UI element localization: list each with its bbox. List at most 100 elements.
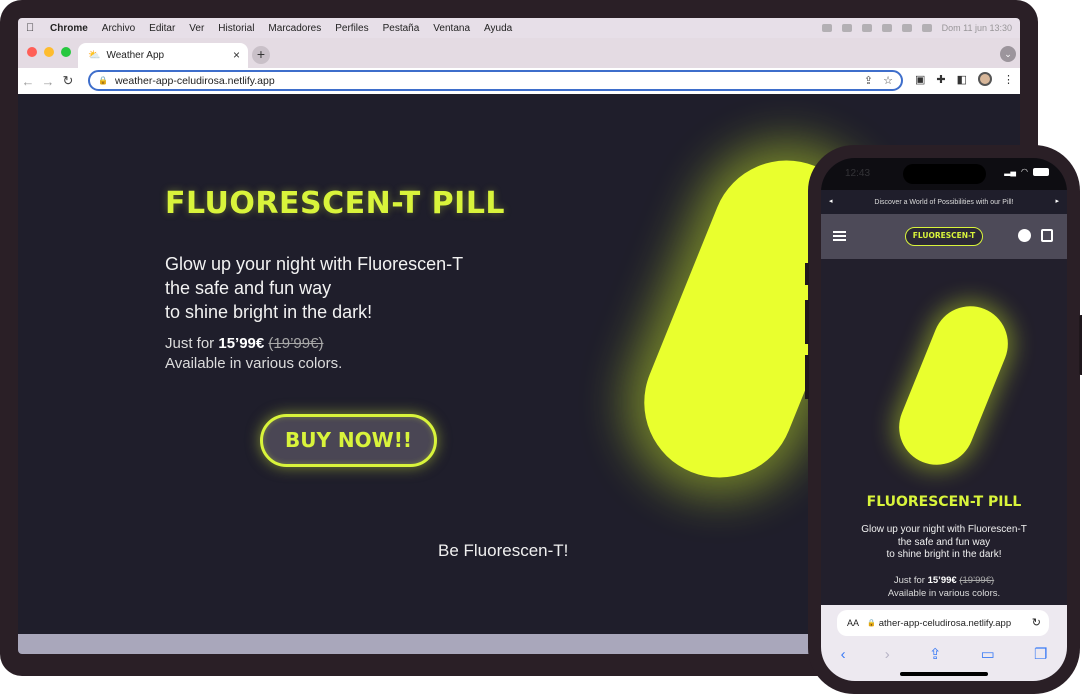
forward-icon[interactable]: ›	[885, 646, 890, 663]
price-prefix: Just for	[165, 335, 219, 352]
phone-side-button	[805, 300, 809, 344]
lock-icon: 🔒	[867, 620, 876, 627]
text-size-button[interactable]: AA	[847, 618, 859, 628]
maximize-window-button[interactable]	[61, 47, 71, 57]
hero-line: the safe and fun way	[165, 278, 332, 298]
extension-icon[interactable]: ▣	[915, 73, 925, 86]
reload-icon[interactable]: ↻	[1032, 616, 1041, 629]
price-current: 15’99€	[218, 335, 265, 352]
announcement-text: Discover a World of Possibilities with o…	[874, 198, 1014, 206]
hero-line: Glow up your night with Fluorescen-T	[165, 254, 464, 274]
browser-tab-bar: ⛅ Weather App × + ⌄	[18, 38, 1020, 68]
hero-line: Glow up your night with Fluorescen-T	[861, 524, 1027, 535]
profile-avatar[interactable]	[978, 72, 992, 86]
status-icon[interactable]	[821, 24, 832, 32]
price-line: Just for 15’99€ (19’99€)	[165, 334, 342, 354]
bookmarks-icon[interactable]: ▭	[981, 645, 995, 663]
weather-favicon-icon: ⛅	[88, 50, 101, 61]
battery-icon	[1033, 167, 1049, 176]
glowing-pill-image	[887, 294, 1020, 477]
share-icon[interactable]: ⇪	[929, 645, 942, 663]
minimize-window-button[interactable]	[44, 47, 54, 57]
tab-title: Weather App	[106, 50, 165, 61]
status-icon[interactable]	[841, 24, 852, 32]
phone-status-bar: 12:43 ▂▄ ◠	[821, 158, 1067, 190]
announcement-prev-icon[interactable]: ◂	[829, 197, 833, 205]
dynamic-island	[903, 164, 986, 184]
menubar-clock[interactable]: Dom 11 jun 13:30	[942, 23, 1012, 33]
apple-icon[interactable]: 	[26, 22, 38, 34]
menu-archivo[interactable]: Archivo	[102, 23, 135, 34]
control-center-icon[interactable]	[921, 24, 932, 32]
menu-editar[interactable]: Editar	[149, 23, 175, 34]
phone-frame: 12:43 ▂▄ ◠ ◂ Discover a World of Possibi…	[805, 145, 1082, 694]
menu-ayuda[interactable]: Ayuda	[484, 23, 512, 34]
status-icon[interactable]	[881, 24, 892, 32]
toolbar-actions: ▣ ✚ ◧ ⋮	[915, 72, 1014, 86]
site-logo[interactable]: FLUORESCEN-T	[905, 227, 983, 246]
more-menu-icon[interactable]: ⋮	[1003, 73, 1014, 86]
new-tab-button[interactable]: +	[252, 46, 270, 64]
price-current: 15’99€	[927, 575, 957, 586]
menu-marcadores[interactable]: Marcadores	[268, 23, 321, 34]
forward-icon[interactable]: →	[38, 74, 58, 89]
hero-description: Glow up your night with Fluorescen-T the…	[165, 252, 463, 324]
mac-menu-bar:  Chrome Archivo Editar Ver Historial Ma…	[18, 18, 1020, 38]
tabs-icon[interactable]: ❐	[1034, 645, 1047, 663]
announcement-bar: ◂ Discover a World of Possibilities with…	[821, 190, 1067, 214]
menu-pestana[interactable]: Pestaña	[383, 23, 420, 34]
price-prefix: Just for	[893, 575, 928, 586]
side-panel-icon[interactable]: ◧	[957, 73, 967, 86]
availability-text: Available in various colors.	[165, 355, 343, 372]
hero-description: Glow up your night with Fluorescen-T the…	[821, 524, 1067, 562]
tab-close-icon[interactable]: ×	[233, 48, 240, 62]
menu-historial[interactable]: Historial	[218, 23, 254, 34]
puzzle-extensions-icon[interactable]: ✚	[936, 73, 945, 86]
safari-toolbar: ‹ › ⇪ ▭ ❐	[821, 643, 1067, 665]
back-icon[interactable]: ‹	[841, 646, 846, 663]
hero-title: FLUORESCEN-T PILL	[165, 186, 506, 221]
share-icon[interactable]: ⇪	[864, 74, 873, 87]
safari-bottom-bar: AA 🔒 ather-app-celudirosa.netlify.app ↻ …	[821, 605, 1067, 681]
hero-line: the safe and fun way	[897, 536, 991, 548]
lock-icon[interactable]: 🔒	[98, 76, 108, 85]
menu-ver[interactable]: Ver	[189, 23, 204, 34]
shopping-bag-icon[interactable]	[1041, 229, 1053, 242]
status-icon[interactable]	[861, 24, 872, 32]
slogan: Be Fluorescen-T!	[438, 541, 569, 560]
phone-screen: 12:43 ▂▄ ◠ ◂ Discover a World of Possibi…	[821, 158, 1067, 681]
bookmark-star-icon[interactable]: ☆	[883, 74, 893, 87]
browser-tab[interactable]: ⛅ Weather App ×	[78, 43, 248, 68]
phone-navbar: FLUORESCEN-T	[821, 214, 1067, 259]
price-block: Just for 15’99€ (19’99€) Available in va…	[821, 574, 1067, 600]
account-icon[interactable]	[1018, 229, 1031, 242]
address-url[interactable]: weather-app-celudirosa.netlify.app	[115, 75, 275, 87]
safari-address-bar[interactable]: AA 🔒 ather-app-celudirosa.netlify.app ↻	[837, 610, 1049, 636]
price-old: (19’99€)	[268, 335, 324, 352]
tab-search-icon[interactable]: ⌄	[1000, 46, 1016, 62]
address-url[interactable]: ather-app-celudirosa.netlify.app	[879, 618, 1011, 629]
hero-line: to shine bright in the dark!	[165, 302, 373, 322]
reload-icon[interactable]: ↻	[58, 73, 78, 89]
signal-icon: ▂▄	[1004, 167, 1017, 176]
availability-text: Available in various colors.	[887, 588, 1001, 599]
buy-now-button[interactable]: BUY NOW!!	[260, 414, 437, 467]
phone-side-button	[805, 263, 809, 285]
price-block: Just for 15’99€ (19’99€) Available in va…	[165, 334, 342, 374]
hero-line: to shine bright in the dark!	[886, 549, 1002, 560]
phone-status-icons: ▂▄ ◠	[1004, 167, 1049, 176]
wifi-icon: ◠	[1021, 167, 1028, 176]
hamburger-menu-icon[interactable]	[833, 231, 846, 243]
announcement-next-icon[interactable]: ▸	[1055, 197, 1059, 205]
phone-clock: 12:43	[845, 168, 871, 179]
close-window-button[interactable]	[27, 47, 37, 57]
home-indicator	[900, 672, 988, 676]
address-bar[interactable]: 🔒 weather-app-celudirosa.netlify.app ⇪ ☆	[88, 70, 903, 91]
hero-title: FLUORESCEN-T PILL	[866, 494, 1022, 510]
back-icon[interactable]: ←	[18, 74, 38, 89]
wifi-icon[interactable]	[901, 24, 912, 32]
window-controls	[27, 47, 71, 57]
menu-ventana[interactable]: Ventana	[433, 23, 470, 34]
menu-app-name[interactable]: Chrome	[50, 23, 88, 34]
menu-perfiles[interactable]: Perfiles	[335, 23, 368, 34]
